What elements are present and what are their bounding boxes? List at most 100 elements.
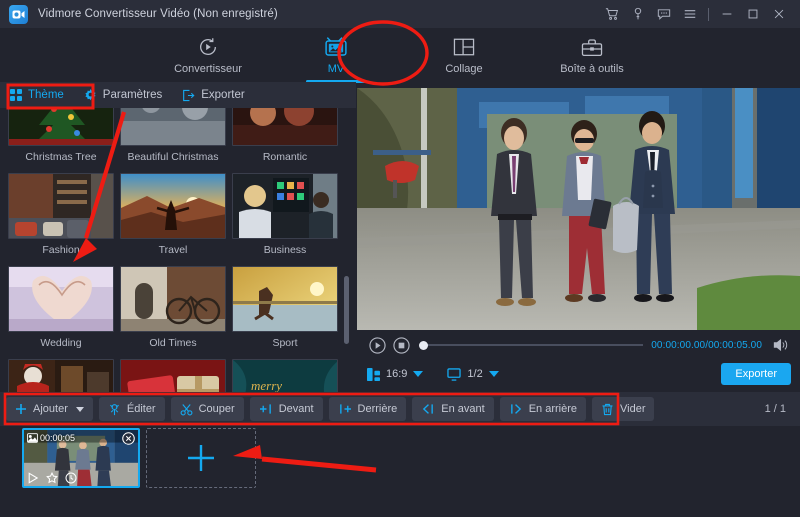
move-back-icon [338, 403, 352, 415]
backward-icon [509, 403, 523, 415]
theme-scrollbar-thumb[interactable] [344, 276, 349, 344]
seek-track [425, 344, 643, 346]
tab-parametres-label: Paramètres [103, 89, 162, 101]
stop-icon[interactable] [389, 333, 413, 357]
nav-label-boite-a-outils: Boîte à outils [560, 63, 624, 75]
effects-icon[interactable] [46, 472, 58, 484]
theme-item-santa[interactable]: Santa [8, 359, 114, 392]
move-back-button-label: Derrière [358, 403, 398, 415]
seek-handle[interactable] [419, 341, 428, 350]
move-front-button[interactable]: Devant [250, 397, 323, 421]
theme-item-old-times[interactable]: Old Times [120, 266, 226, 355]
window-controls [599, 1, 800, 27]
app-logo-icon [9, 5, 28, 24]
theme-item-business[interactable]: Business [232, 173, 338, 262]
theme-item-travel[interactable]: Travel [120, 173, 226, 262]
forward-button-label: En avant [441, 403, 484, 415]
add-button[interactable]: Ajouter [6, 397, 93, 421]
theme-item-fashion[interactable]: Fashion [8, 173, 114, 262]
theme-grid: Christmas Tree Beautiful Christmas [8, 108, 340, 392]
export-button[interactable]: Exporter [721, 363, 791, 385]
theme-thumbnail [232, 173, 338, 239]
edit-button[interactable]: Éditer [99, 397, 165, 421]
theme-item-merry-christmas[interactable]: merry christmas Merry Christmas [232, 359, 338, 392]
move-front-button-label: Devant [279, 403, 314, 415]
theme-label: Beautiful Christmas [120, 146, 226, 169]
menu-icon[interactable] [677, 1, 703, 27]
theme-thumbnail [120, 266, 226, 332]
time-display: 00:00:00.00/00:00:05.00 [651, 340, 762, 351]
theme-item-beautiful-christmas[interactable]: Beautiful Christmas [120, 108, 226, 169]
nav-item-collage[interactable]: Collage [418, 29, 510, 81]
cart-icon[interactable] [599, 1, 625, 27]
theme-thumbnail [8, 173, 114, 239]
chevron-down-icon[interactable] [489, 371, 499, 377]
main-navigation: Convertisseur MV Collage [0, 28, 800, 82]
close-circle-icon[interactable] [122, 432, 135, 445]
aspect-ratio-selector[interactable]: 16:9 [367, 368, 423, 381]
aspect-ratio-value: 16:9 [386, 368, 407, 380]
play-icon[interactable] [365, 333, 389, 357]
image-icon [27, 433, 38, 443]
theme-item-romantic[interactable]: Romantic [232, 108, 338, 169]
clip-toolbar: Ajouter Éditer Couper [0, 392, 800, 426]
preview-icon[interactable] [27, 472, 39, 484]
cut-button-label: Couper [199, 403, 235, 415]
theme-thumbnail: merry christmas [232, 359, 338, 392]
theme-item-sport[interactable]: Sport [232, 266, 338, 355]
player-row-transport: 00:00:00.00/00:00:05.00 [357, 333, 800, 357]
plus-icon [15, 403, 27, 415]
nav-label-mv: MV [328, 63, 345, 75]
add-clip-placeholder[interactable] [146, 428, 256, 488]
theme-label: Travel [120, 239, 226, 262]
nav-item-mv[interactable]: MV [290, 29, 382, 81]
nav-label-collage: Collage [445, 63, 482, 75]
theme-thumbnail [232, 266, 338, 332]
add-button-label: Ajouter [33, 403, 68, 415]
clear-button-label: Vider [620, 403, 645, 415]
nav-item-convertisseur[interactable]: Convertisseur [162, 29, 254, 81]
theme-thumbnail [232, 108, 338, 146]
chevron-down-icon[interactable] [76, 407, 84, 412]
video-preview[interactable] [357, 88, 800, 330]
theme-item-christmas-tree[interactable]: Christmas Tree [8, 108, 114, 169]
close-icon[interactable] [766, 1, 792, 27]
clip-duration: 00:00:05 [40, 433, 75, 443]
theme-thumbnail: MERRY [120, 359, 226, 392]
forward-button[interactable]: En avant [412, 397, 493, 421]
theme-thumbnail [8, 266, 114, 332]
clear-button[interactable]: Vider [592, 397, 654, 421]
nav-label-convertisseur: Convertisseur [174, 63, 242, 75]
key-icon[interactable] [625, 1, 651, 27]
seek-bar[interactable] [419, 333, 643, 357]
split-selector[interactable]: 1/2 [447, 368, 498, 381]
theme-label: Fashion [8, 239, 114, 262]
tab-parametres[interactable]: Paramètres [74, 82, 172, 108]
timeline-clip[interactable]: 00:00:05 [22, 428, 140, 488]
theme-thumbnail [120, 173, 226, 239]
theme-label: Romantic [232, 146, 338, 169]
tab-theme[interactable]: Thème [0, 82, 74, 108]
app-window: Vidmore Convertisseur Vidéo (Non enregis… [0, 0, 800, 517]
nav-item-boite-a-outils[interactable]: Boîte à outils [546, 29, 638, 81]
cut-button[interactable]: Couper [171, 397, 244, 421]
theme-label: Sport [232, 332, 338, 355]
converter-icon [197, 35, 219, 59]
tab-exporter[interactable]: Exporter [172, 82, 254, 108]
minimize-icon[interactable] [714, 1, 740, 27]
collage-icon [453, 35, 475, 59]
move-front-icon [259, 403, 273, 415]
volume-icon[interactable] [768, 333, 794, 357]
aspect-ratio-icon [367, 368, 380, 381]
trim-icon[interactable] [65, 472, 77, 484]
feedback-icon[interactable] [651, 1, 677, 27]
theme-item-gifts[interactable]: MERRY Gifts [120, 359, 226, 392]
move-back-button[interactable]: Derrière [329, 397, 407, 421]
backward-button[interactable]: En arrière [500, 397, 586, 421]
theme-item-wedding[interactable]: Wedding [8, 266, 114, 355]
chevron-down-icon[interactable] [413, 371, 423, 377]
maximize-icon[interactable] [740, 1, 766, 27]
preview-frame [357, 88, 800, 330]
theme-panel[interactable]: Christmas Tree Beautiful Christmas [0, 108, 356, 392]
plus-icon [183, 440, 219, 476]
